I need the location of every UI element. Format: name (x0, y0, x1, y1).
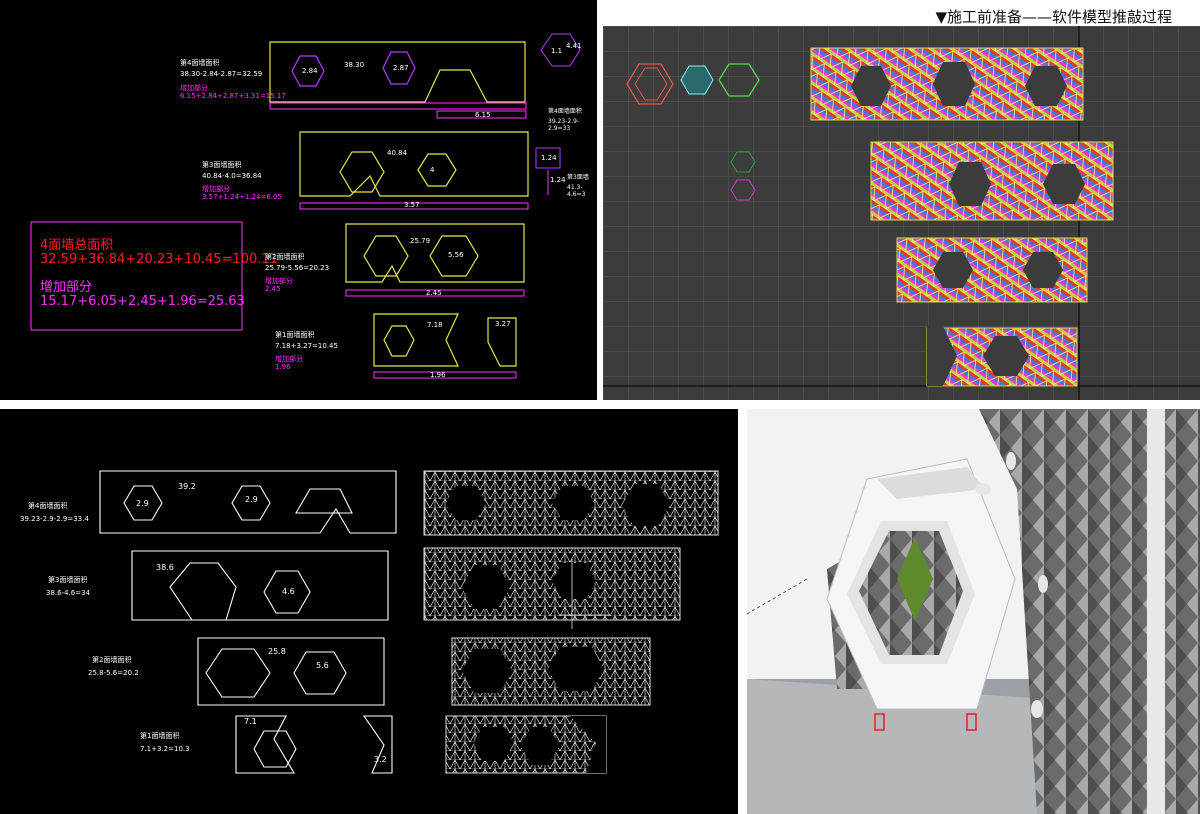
b1-main: 7.1 (244, 717, 257, 726)
caption: ▼施工前准备——软件模型推敲过程 (935, 8, 1172, 26)
w2-strip: 2.45 (426, 289, 442, 297)
b3-h1: 4.6 (282, 587, 295, 596)
viewport[interactable] (603, 26, 1200, 400)
w3-side1: 1.24 (541, 154, 557, 162)
total-title: 4面墙总面积 (40, 238, 114, 253)
w2-label: 第2面墙面积 (265, 253, 305, 261)
w4-added: 6.15+2.84+2.87+3.31=15.17 (180, 92, 286, 100)
w3r-label: 第3面墙 (567, 174, 589, 181)
w4-formula: 38.30-2.84-2.87=32.59 (180, 70, 263, 78)
w3-strip: 3.57 (404, 201, 420, 209)
w1-formula: 7.18+3.27=10.45 (275, 342, 338, 350)
b3-formula: 38.6-4.6=34 (46, 589, 91, 597)
w4-side-hex2: 1.1 (551, 47, 563, 55)
cad-area-panel: 4面墙总面积 32.59+36.84+20.23+10.45=100.11 增加… (0, 0, 597, 400)
w3-main: 40.84 (387, 149, 408, 157)
w4-label: 第4面墙面积 (180, 59, 220, 67)
w3-h1: 4 (430, 166, 435, 174)
w3-label: 第3面墙面积 (202, 161, 242, 169)
w1-side: 3.27 (495, 320, 511, 328)
w2-formula: 25.79-5.56=20.23 (265, 264, 330, 272)
w1-main: 7.18 (427, 321, 443, 329)
w1-strip: 1.96 (430, 371, 446, 379)
b2-main: 25.8 (268, 647, 286, 656)
total-formula: 32.59+36.84+20.23+10.45=100.11 (40, 252, 278, 267)
wall4-strip-a (269, 102, 527, 110)
b4-formula: 39.23-2.9-2.9=33.4 (20, 515, 89, 523)
b2-formula: 25.8-5.6=20.2 (88, 669, 139, 677)
w4-side-hex: 4.41 (566, 42, 582, 50)
b1-label: 第1面墙面积 (140, 732, 180, 740)
wall2-outline (345, 223, 525, 283)
b2-label: 第2面墙面积 (92, 656, 132, 664)
w3-formula: 40.84-4.0=36.84 (202, 172, 262, 180)
b4-main: 39.2 (178, 482, 196, 491)
w3-added: 3.57+1.24+1.24=6.05 (202, 193, 282, 201)
w3s-formula: 39.23-2.9-2.9=33 (548, 118, 580, 132)
cad-white-drawing (99, 470, 719, 774)
w3-side2: 1.24 (550, 176, 566, 184)
added-title: 增加部分 (40, 280, 93, 295)
wall3-outline (299, 131, 529, 197)
w1-label: 第1面墙面积 (275, 331, 315, 339)
viewport-drawing (603, 26, 1200, 400)
cad-drawing (30, 33, 581, 379)
w3r-formula: 41.3-4.6=3 (567, 184, 586, 198)
b2-h1: 5.6 (316, 661, 329, 670)
w2-main: 25.79 (410, 237, 431, 245)
w2-added: 2.45 (265, 285, 281, 293)
b4-h1: 2.9 (136, 499, 149, 508)
b3-label: 第3面墙面积 (48, 576, 88, 584)
w4-h1: 2.84 (302, 67, 318, 75)
b4-label: 第4面墙面积 (28, 502, 68, 510)
added-formula: 15.17+6.05+2.45+1.96=25.63 (40, 294, 245, 309)
model-viewport-panel: ▼施工前准备——软件模型推敲过程 (603, 0, 1200, 400)
cad-panel-white: 第4面墙面积 39.23-2.9-2.9=33.4 39.2 2.9 2.9 第… (0, 409, 738, 814)
w4-h2: 2.87 (393, 64, 409, 72)
w2-h1: 5.56 (448, 251, 464, 259)
b1-formula: 7.1+3.2=10.3 (140, 745, 190, 753)
b1-side: 3.2 (374, 755, 387, 764)
b3-main: 38.6 (156, 563, 174, 572)
render-3d (747, 409, 1200, 814)
w4-strip: 6.15 (475, 111, 491, 119)
w1-added: 1.96 (275, 363, 291, 371)
w4-main: 38.30 (344, 61, 365, 69)
render-3d-panel (747, 409, 1200, 814)
w3s-label: 第4面墙面积 (548, 108, 582, 115)
b4-h2: 2.9 (245, 495, 258, 504)
